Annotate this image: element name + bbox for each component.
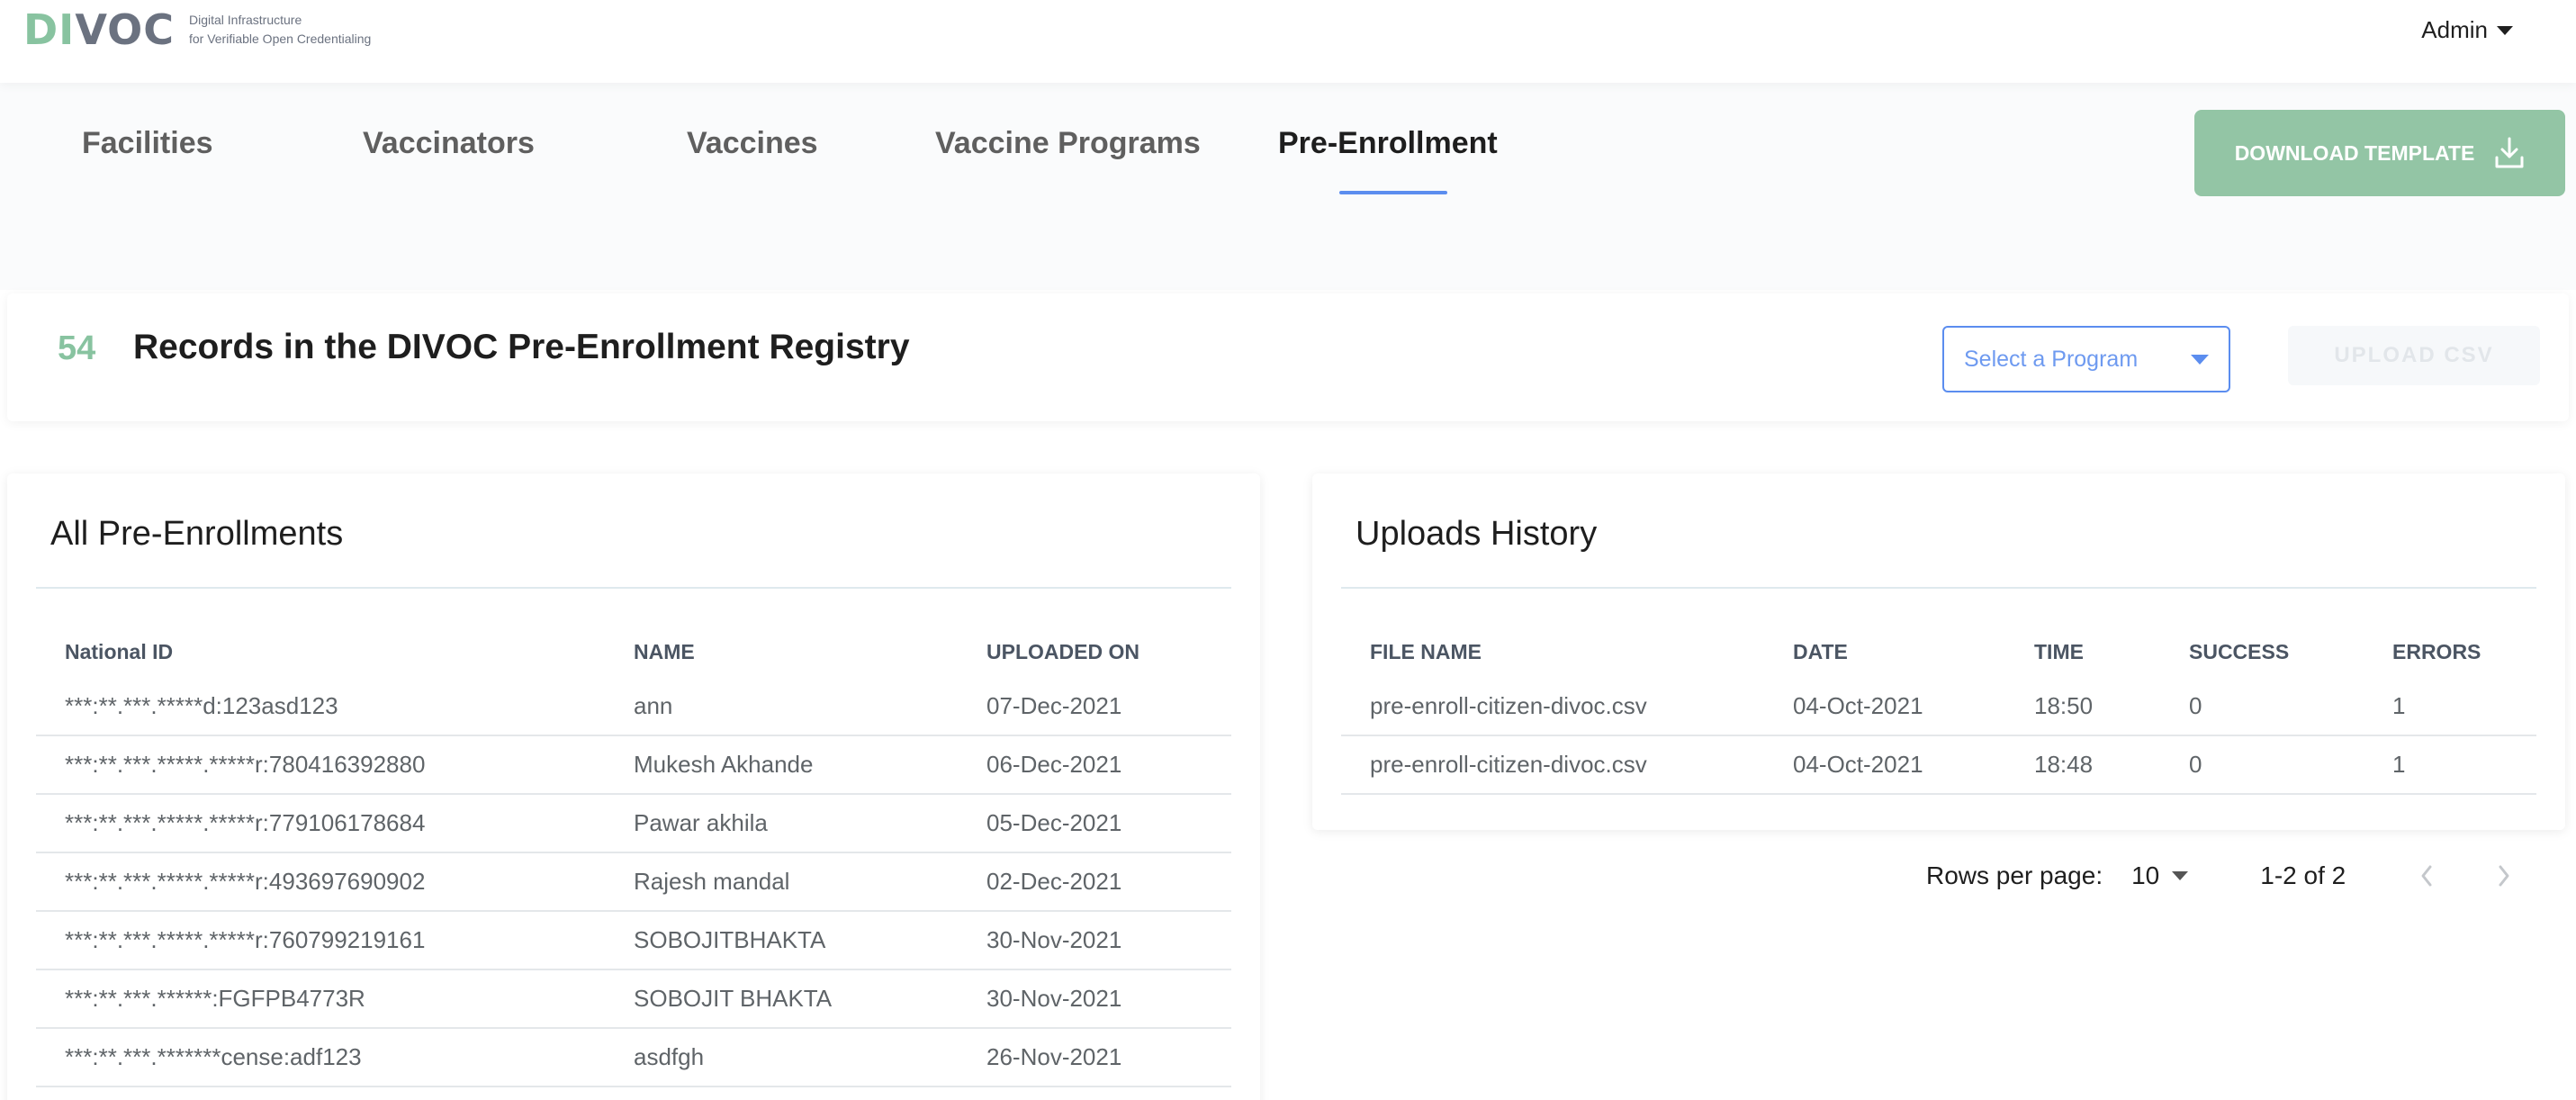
- cell-name: Pawar akhila: [605, 794, 958, 853]
- cell-success: 0: [2160, 677, 2364, 736]
- cell-uploaded-on: 06-Dec-2021: [958, 735, 1231, 795]
- tab-vaccine-programs[interactable]: Vaccine Programs: [935, 126, 1201, 161]
- cell-national-id: ***:**.***.*****.*****r:780416392880: [36, 735, 605, 795]
- column-header-errors[interactable]: ERRORS: [2364, 627, 2536, 677]
- tab-vaccines[interactable]: Vaccines: [687, 126, 818, 161]
- table-row[interactable]: ***:**.***.*****.*****r:780416392880 Muke…: [36, 735, 1231, 795]
- tabs-bar: [0, 83, 2576, 290]
- upload-csv-button[interactable]: UPLOAD CSV: [2288, 326, 2540, 385]
- cell-uploaded-on: 30-Nov-2021: [958, 969, 1231, 1029]
- next-page-button[interactable]: [2486, 858, 2522, 894]
- cell-name: Mukesh Akhande: [605, 735, 958, 795]
- card-divider: [36, 587, 1231, 589]
- records-title: Records in the DIVOC Pre-Enrollment Regi…: [133, 328, 910, 366]
- cell-success: 0: [2160, 735, 2364, 795]
- chevron-left-icon: [2421, 865, 2432, 887]
- column-header-national-id[interactable]: National ID: [36, 627, 605, 677]
- page-range: 1-2 of 2: [2260, 861, 2346, 889]
- download-icon: [2495, 137, 2524, 168]
- cell-uploaded-on: 30-Nov-2021: [958, 911, 1231, 970]
- cell-errors: 1: [2364, 677, 2536, 736]
- tagline-line-2: for Verifiable Open Credentialing: [188, 32, 372, 46]
- column-header-uploaded-on[interactable]: UPLOADED ON: [958, 627, 1231, 677]
- cell-name: asdfgh: [605, 1028, 958, 1087]
- cell-time: 18:50: [2005, 677, 2160, 736]
- column-header-success[interactable]: SUCCESS: [2160, 627, 2364, 677]
- table-row[interactable]: ***:**.***.*****.*****r:779106178684 Pawa…: [36, 794, 1231, 853]
- cell-name: SOBOJIT BHAKTA: [605, 969, 958, 1029]
- download-template-label: DOWNLOAD TEMPLATE: [2234, 140, 2475, 165]
- records-count: 54: [58, 329, 96, 367]
- table-header-row: FILE NAME DATE TIME SUCCESS ERRORS: [1341, 627, 2536, 677]
- cell-date: 04-Oct-2021: [1764, 677, 2005, 736]
- uploads-history-title: Uploads History: [1356, 515, 1598, 553]
- program-select[interactable]: Select a Program: [1942, 326, 2230, 392]
- cell-national-id: ***:**.***.*****.*****r:779106178684: [36, 794, 605, 853]
- app-header: DIVOC Digital Infrastructure for Verifia…: [0, 0, 2576, 83]
- tab-facilities[interactable]: Facilities: [82, 126, 213, 161]
- chevron-down-icon: [2191, 354, 2209, 365]
- uploads-history-table: FILE NAME DATE TIME SUCCESS ERRORS pre-e…: [1341, 627, 2536, 795]
- chevron-right-icon: [2499, 865, 2509, 887]
- cell-uploaded-on: 05-Dec-2021: [958, 794, 1231, 853]
- table-row[interactable]: pre-enroll-citizen-divoc.csv 04-Oct-2021 1…: [1341, 677, 2536, 736]
- cell-file-name: pre-enroll-citizen-divoc.csv: [1341, 677, 1764, 736]
- cell-errors: 1: [2364, 735, 2536, 795]
- uploads-history-card: Uploads History FILE NAME DATE TIME SUCC…: [1312, 473, 2565, 830]
- previous-page-button[interactable]: [2409, 858, 2445, 894]
- pre-enrollments-card: All Pre-Enrollments National ID NAME UPL…: [7, 473, 1260, 1100]
- cell-time: 18:48: [2005, 735, 2160, 795]
- table-row[interactable]: ***:**.***.*****d:123asd123 ann 07-Dec-202…: [36, 677, 1231, 736]
- cell-date: 04-Oct-2021: [1764, 735, 2005, 795]
- records-summary-card: 54 Records in the DIVOC Pre-Enrollment R…: [7, 293, 2569, 421]
- pre-enrollments-table: National ID NAME UPLOADED ON ***:**.***.…: [36, 627, 1231, 1087]
- card-divider: [1341, 587, 2536, 589]
- cell-file-name: pre-enroll-citizen-divoc.csv: [1341, 735, 1764, 795]
- cell-national-id: ***:**.***.*****.*****r:760799219161: [36, 911, 605, 970]
- logo-wordmark: DIVOC: [23, 5, 175, 54]
- cell-national-id: ***:**.***.*****.*****r:493697690902: [36, 852, 605, 912]
- table-row[interactable]: ***:**.***.*****.*****r:760799219161 SOBO…: [36, 911, 1231, 970]
- column-header-file-name[interactable]: FILE NAME: [1341, 627, 1764, 677]
- table-row[interactable]: ***:**.***.******:FGFPB4773R SOBOJIT BHAK…: [36, 969, 1231, 1029]
- table-row[interactable]: pre-enroll-citizen-divoc.csv 04-Oct-2021 1…: [1341, 735, 2536, 795]
- caret-down-icon: [2172, 871, 2189, 880]
- cell-uploaded-on: 26-Nov-2021: [958, 1028, 1231, 1087]
- cell-uploaded-on: 07-Dec-2021: [958, 677, 1231, 736]
- rows-per-page-select[interactable]: 10: [2131, 861, 2189, 890]
- cell-national-id: ***:**.***.*******cense:adf123: [36, 1028, 605, 1087]
- admin-menu[interactable]: Admin: [2421, 16, 2513, 44]
- cell-name: SOBOJITBHAKTA: [605, 911, 958, 970]
- active-tab-indicator: [1339, 191, 1447, 194]
- column-header-time[interactable]: TIME: [2005, 627, 2160, 677]
- cell-national-id: ***:**.***.******:FGFPB4773R: [36, 969, 605, 1029]
- cell-name: ann: [605, 677, 958, 736]
- table-row[interactable]: ***:**.***.*****.*****r:493697690902 Raje…: [36, 852, 1231, 912]
- cell-uploaded-on: 02-Dec-2021: [958, 852, 1231, 912]
- pagination: Rows per page: 10 1-2 of 2: [1926, 853, 2522, 898]
- download-template-button[interactable]: DOWNLOAD TEMPLATE: [2194, 110, 2565, 196]
- divoc-logo[interactable]: DIVOC Digital Infrastructure for Verifia…: [23, 5, 371, 54]
- table-header-row: National ID NAME UPLOADED ON: [36, 627, 1231, 677]
- rows-per-page-label: Rows per page:: [1926, 861, 2103, 889]
- program-select-placeholder: Select a Program: [1964, 346, 2139, 372]
- logo-di: DI: [23, 5, 76, 54]
- column-header-name[interactable]: NAME: [605, 627, 958, 677]
- pre-enrollments-title: All Pre-Enrollments: [50, 515, 344, 553]
- tagline-line-1: Digital Infrastructure: [188, 13, 302, 27]
- admin-label: Admin: [2421, 16, 2488, 43]
- caret-down-icon: [2497, 25, 2513, 35]
- logo-voc: VOC: [75, 5, 175, 54]
- tab-vaccinators[interactable]: Vaccinators: [363, 126, 535, 161]
- table-row[interactable]: ***:**.***.*******cense:adf123 asdfgh 26-N…: [36, 1028, 1231, 1087]
- tab-pre-enrollment[interactable]: Pre-Enrollment: [1278, 126, 1498, 161]
- cell-national-id: ***:**.***.*****d:123asd123: [36, 677, 605, 736]
- column-header-date[interactable]: DATE: [1764, 627, 2005, 677]
- logo-tagline: Digital Infrastructure for Verifiable Op…: [189, 11, 371, 49]
- rows-per-page-value: 10: [2131, 861, 2160, 889]
- cell-name: Rajesh mandal: [605, 852, 958, 912]
